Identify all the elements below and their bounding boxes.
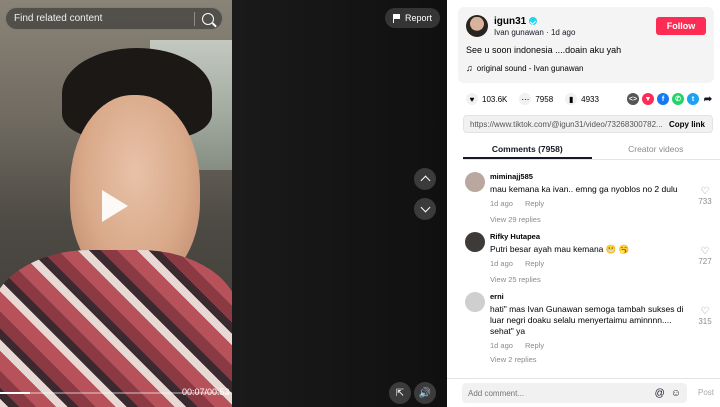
- comment-composer: @ ☺ Post: [447, 378, 720, 407]
- view-replies-button[interactable]: View 25 replies: [490, 275, 690, 284]
- chevron-down-icon: [420, 202, 430, 213]
- copy-link-button[interactable]: Copy link: [662, 120, 712, 129]
- username[interactable]: igun31: [494, 16, 526, 27]
- comment-age: 1d ago: [490, 259, 513, 268]
- heart-icon: ♥: [466, 93, 478, 105]
- time-label: 00:07/00:53: [182, 387, 230, 397]
- previous-video-button[interactable]: [414, 168, 436, 190]
- avatar[interactable]: [465, 172, 485, 192]
- caption: See u soon indonesia ....doain aku yah: [466, 45, 622, 55]
- sound-label: original sound - Ivan gunawan: [476, 63, 584, 73]
- like-stat[interactable]: ♥ 103.6K: [466, 93, 507, 105]
- share-link-box: https://www.tiktok.com/@igun31/video/732…: [463, 115, 713, 133]
- save-stat[interactable]: ▮ 4933: [565, 93, 599, 105]
- comment-count: 7958: [535, 94, 554, 104]
- share-arrow-icon[interactable]: ➦: [702, 93, 714, 105]
- comment-user[interactable]: erni: [490, 292, 690, 301]
- like-count: 103.6K: [482, 94, 508, 104]
- heart-icon: ♡: [700, 306, 710, 317]
- chevron-up-icon: [420, 175, 430, 186]
- view-replies-button[interactable]: View 2 replies: [490, 355, 690, 364]
- comment-input[interactable]: [468, 388, 649, 398]
- floating-player-button[interactable]: ⇱: [389, 382, 411, 404]
- report-button[interactable]: Report: [385, 8, 441, 28]
- stats-row: ♥ 103.6K ⋯ 7958 ▮ 4933 <> ▼ f ✆ t ➦: [466, 92, 714, 106]
- view-replies-button[interactable]: View 29 replies: [490, 215, 690, 224]
- float-icon: ⇱: [395, 387, 405, 399]
- save-count: 4933: [581, 94, 599, 104]
- music-note-icon: ♫: [466, 63, 473, 73]
- comment-like[interactable]: ♡ 733: [695, 186, 715, 206]
- follow-button[interactable]: Follow: [656, 17, 706, 35]
- facebook-icon[interactable]: f: [657, 93, 669, 105]
- post-button[interactable]: Post: [698, 388, 714, 397]
- avatar[interactable]: [465, 292, 485, 312]
- search-bar[interactable]: [5, 7, 223, 30]
- comment-age: 1d ago: [490, 341, 513, 350]
- comment-stat[interactable]: ⋯ 7958: [519, 93, 553, 105]
- bookmark-icon: ▮: [565, 93, 578, 105]
- share-link[interactable]: https://www.tiktok.com/@igun31/video/732…: [470, 120, 662, 129]
- avatar[interactable]: [466, 15, 488, 37]
- reply-button[interactable]: Reply: [525, 199, 544, 208]
- tab-comments[interactable]: Comments (7958): [463, 140, 592, 159]
- whatsapp-icon[interactable]: ✆: [672, 93, 684, 105]
- comment-user[interactable]: Rifky Hutapea: [490, 232, 690, 241]
- verified-icon: [529, 17, 538, 25]
- post-age: 1d ago: [550, 27, 576, 37]
- comment-text: hati" mas Ivan Gunawan semoga tambah suk…: [490, 304, 684, 336]
- post-info-card: igun31 Ivan gunawan · 1d ago Follow See …: [458, 7, 714, 83]
- reply-button[interactable]: Reply: [525, 341, 544, 350]
- comment-list: miminajj585 mau kemana ka ivan.. emng ga…: [463, 166, 720, 376]
- tab-creator-videos[interactable]: Creator videos: [592, 140, 720, 159]
- speaker-icon: 🔊: [418, 387, 432, 399]
- comment-like[interactable]: ♡ 315: [695, 306, 715, 326]
- reply-button[interactable]: Reply: [525, 259, 544, 268]
- embed-icon[interactable]: <>: [627, 93, 639, 105]
- volume-button[interactable]: 🔊: [414, 382, 436, 404]
- comment-input-box[interactable]: @ ☺: [462, 383, 687, 403]
- avatar[interactable]: [465, 232, 485, 252]
- next-video-button[interactable]: [414, 198, 436, 220]
- comment-like-count: 315: [698, 317, 712, 326]
- comment-like-count: 727: [698, 257, 712, 266]
- comment-text: mau kemana ka ivan.. emng ga nyoblos no …: [490, 184, 678, 194]
- play-icon[interactable]: [102, 190, 128, 222]
- progress-fill: [0, 392, 31, 394]
- heart-icon: ♡: [700, 246, 710, 257]
- comment-user[interactable]: miminajj585: [490, 172, 690, 181]
- share-icons: <> ▼ f ✆ t ➦: [627, 93, 714, 105]
- comment-icon: ⋯: [519, 93, 532, 105]
- comment-like-count: 733: [698, 197, 712, 206]
- mention-icon[interactable]: @: [655, 388, 665, 399]
- display-name: Ivan gunawan: [494, 27, 544, 37]
- report-label: Report: [405, 13, 433, 23]
- heart-icon: ♡: [700, 186, 710, 197]
- comment-like[interactable]: ♡ 727: [695, 246, 715, 266]
- comment-text: Putri besar ayah mau kemana 😬 🥱: [490, 244, 630, 254]
- send-icon[interactable]: ▼: [642, 93, 654, 105]
- tab-bar: Comments (7958) Creator videos: [463, 140, 720, 160]
- sound-link[interactable]: ♫ original sound - Ivan gunawan: [466, 63, 706, 73]
- search-input[interactable]: [14, 13, 187, 24]
- emoji-icon[interactable]: ☺: [671, 388, 681, 399]
- comment-age: 1d ago: [490, 199, 513, 208]
- video-player[interactable]: Report 00:07/00:53 ⇱ 🔊: [0, 0, 447, 407]
- search-icon[interactable]: [202, 12, 214, 25]
- twitter-icon[interactable]: t: [687, 93, 699, 105]
- flag-icon: [393, 13, 401, 23]
